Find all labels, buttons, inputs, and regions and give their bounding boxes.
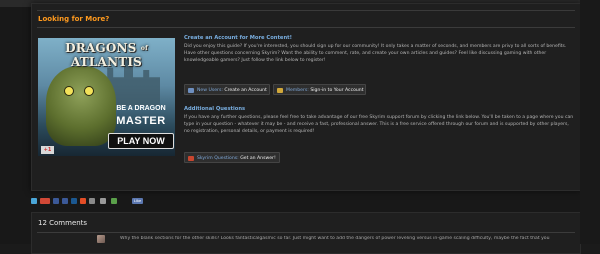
create-account-button[interactable]: New Users: Create an Account	[184, 84, 270, 95]
section-title: Looking for More?	[38, 15, 110, 23]
comments-rule	[37, 232, 575, 233]
sign-in-button[interactable]: Members: Sign-in to Your Account	[273, 84, 366, 95]
create-account-heading: Create an Account for More Content!	[184, 35, 292, 41]
dragons-of-atlantis-ad[interactable]: DRAGONS of ATLANTIS BE A DRAGON MASTER P…	[38, 38, 175, 156]
additional-questions-body: If you have any further questions, pleas…	[184, 115, 574, 135]
comment-text: Why the blank sections for the other ski…	[120, 236, 550, 241]
question-icon	[188, 156, 194, 161]
additional-questions-section: Additional Questions If you have any fur…	[184, 106, 576, 136]
additional-questions-heading: Additional Questions	[184, 106, 246, 112]
comments-panel: 12 Comments	[31, 212, 581, 254]
avatar[interactable]	[97, 235, 105, 243]
comments-title: 12 Comments	[38, 219, 88, 227]
section-title-rule	[37, 27, 575, 28]
email-icon[interactable]	[89, 198, 95, 204]
ad-google-plus-one-button[interactable]: +1	[41, 146, 54, 154]
create-account-body: Did you enjoy this guide? If you're inte…	[184, 44, 567, 64]
ad-dragon-image	[46, 66, 116, 146]
facebook-like-button[interactable]: Like	[132, 198, 143, 204]
print-icon[interactable]	[100, 198, 106, 204]
facebook-icon[interactable]	[62, 198, 68, 204]
page-right-gutter	[580, 0, 600, 244]
user-icon	[188, 88, 194, 93]
main-content: Create an Account for More Content! Did …	[184, 35, 576, 65]
ad-tagline-2: MASTER	[116, 115, 166, 127]
panel-top-rule	[37, 10, 575, 11]
ad-play-now-button[interactable]: PLAY NOW	[108, 133, 174, 149]
share-icon[interactable]	[111, 198, 117, 204]
twitter-icon[interactable]	[31, 198, 37, 204]
ad-tagline-1: BE A DRAGON	[116, 105, 166, 112]
get-an-answer-button[interactable]: Skyrim Questions: Get an Answer!	[184, 152, 280, 163]
google-plus-icon[interactable]	[40, 198, 50, 204]
ad-dragon-eye	[64, 86, 74, 96]
myspace-icon[interactable]	[53, 198, 59, 204]
digg-icon[interactable]	[71, 198, 77, 204]
key-icon	[277, 88, 283, 93]
ad-dragon-eye	[84, 86, 94, 96]
ad-logo: DRAGONS of ATLANTIS	[65, 41, 148, 69]
stumbleupon-icon[interactable]	[80, 198, 86, 204]
